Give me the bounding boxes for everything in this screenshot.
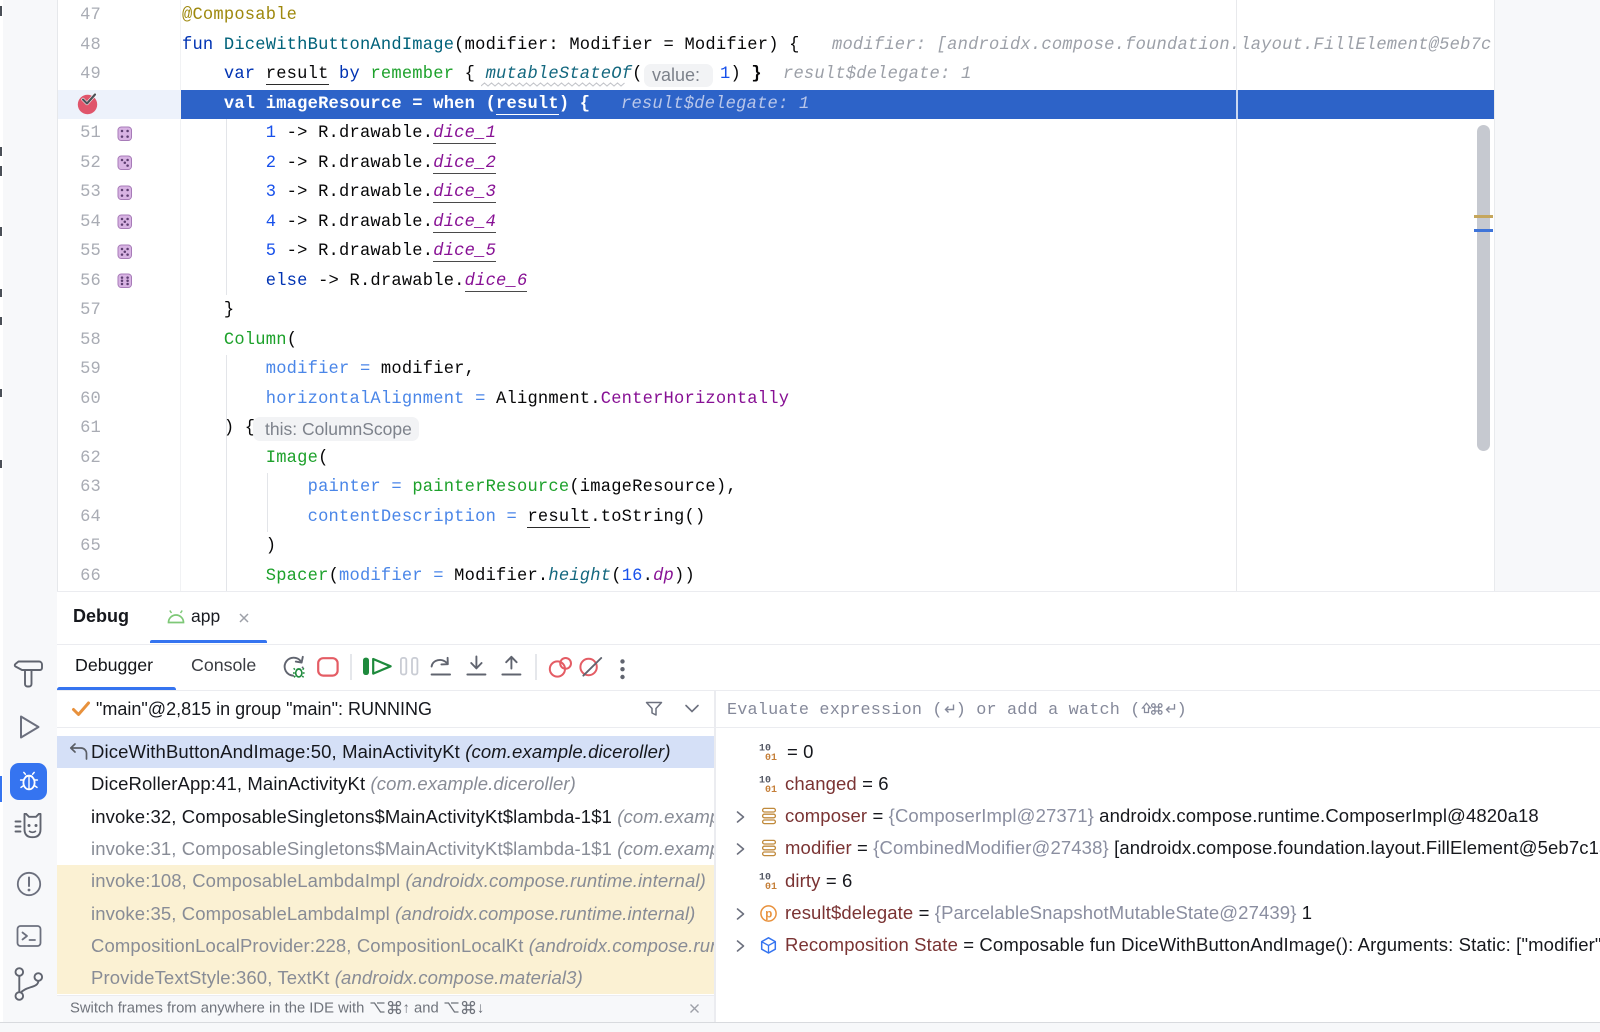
svg-text:p: p <box>765 908 772 920</box>
svg-text:01: 01 <box>765 882 777 890</box>
svg-text:01: 01 <box>765 753 777 761</box>
svg-text:01: 01 <box>765 785 777 793</box>
